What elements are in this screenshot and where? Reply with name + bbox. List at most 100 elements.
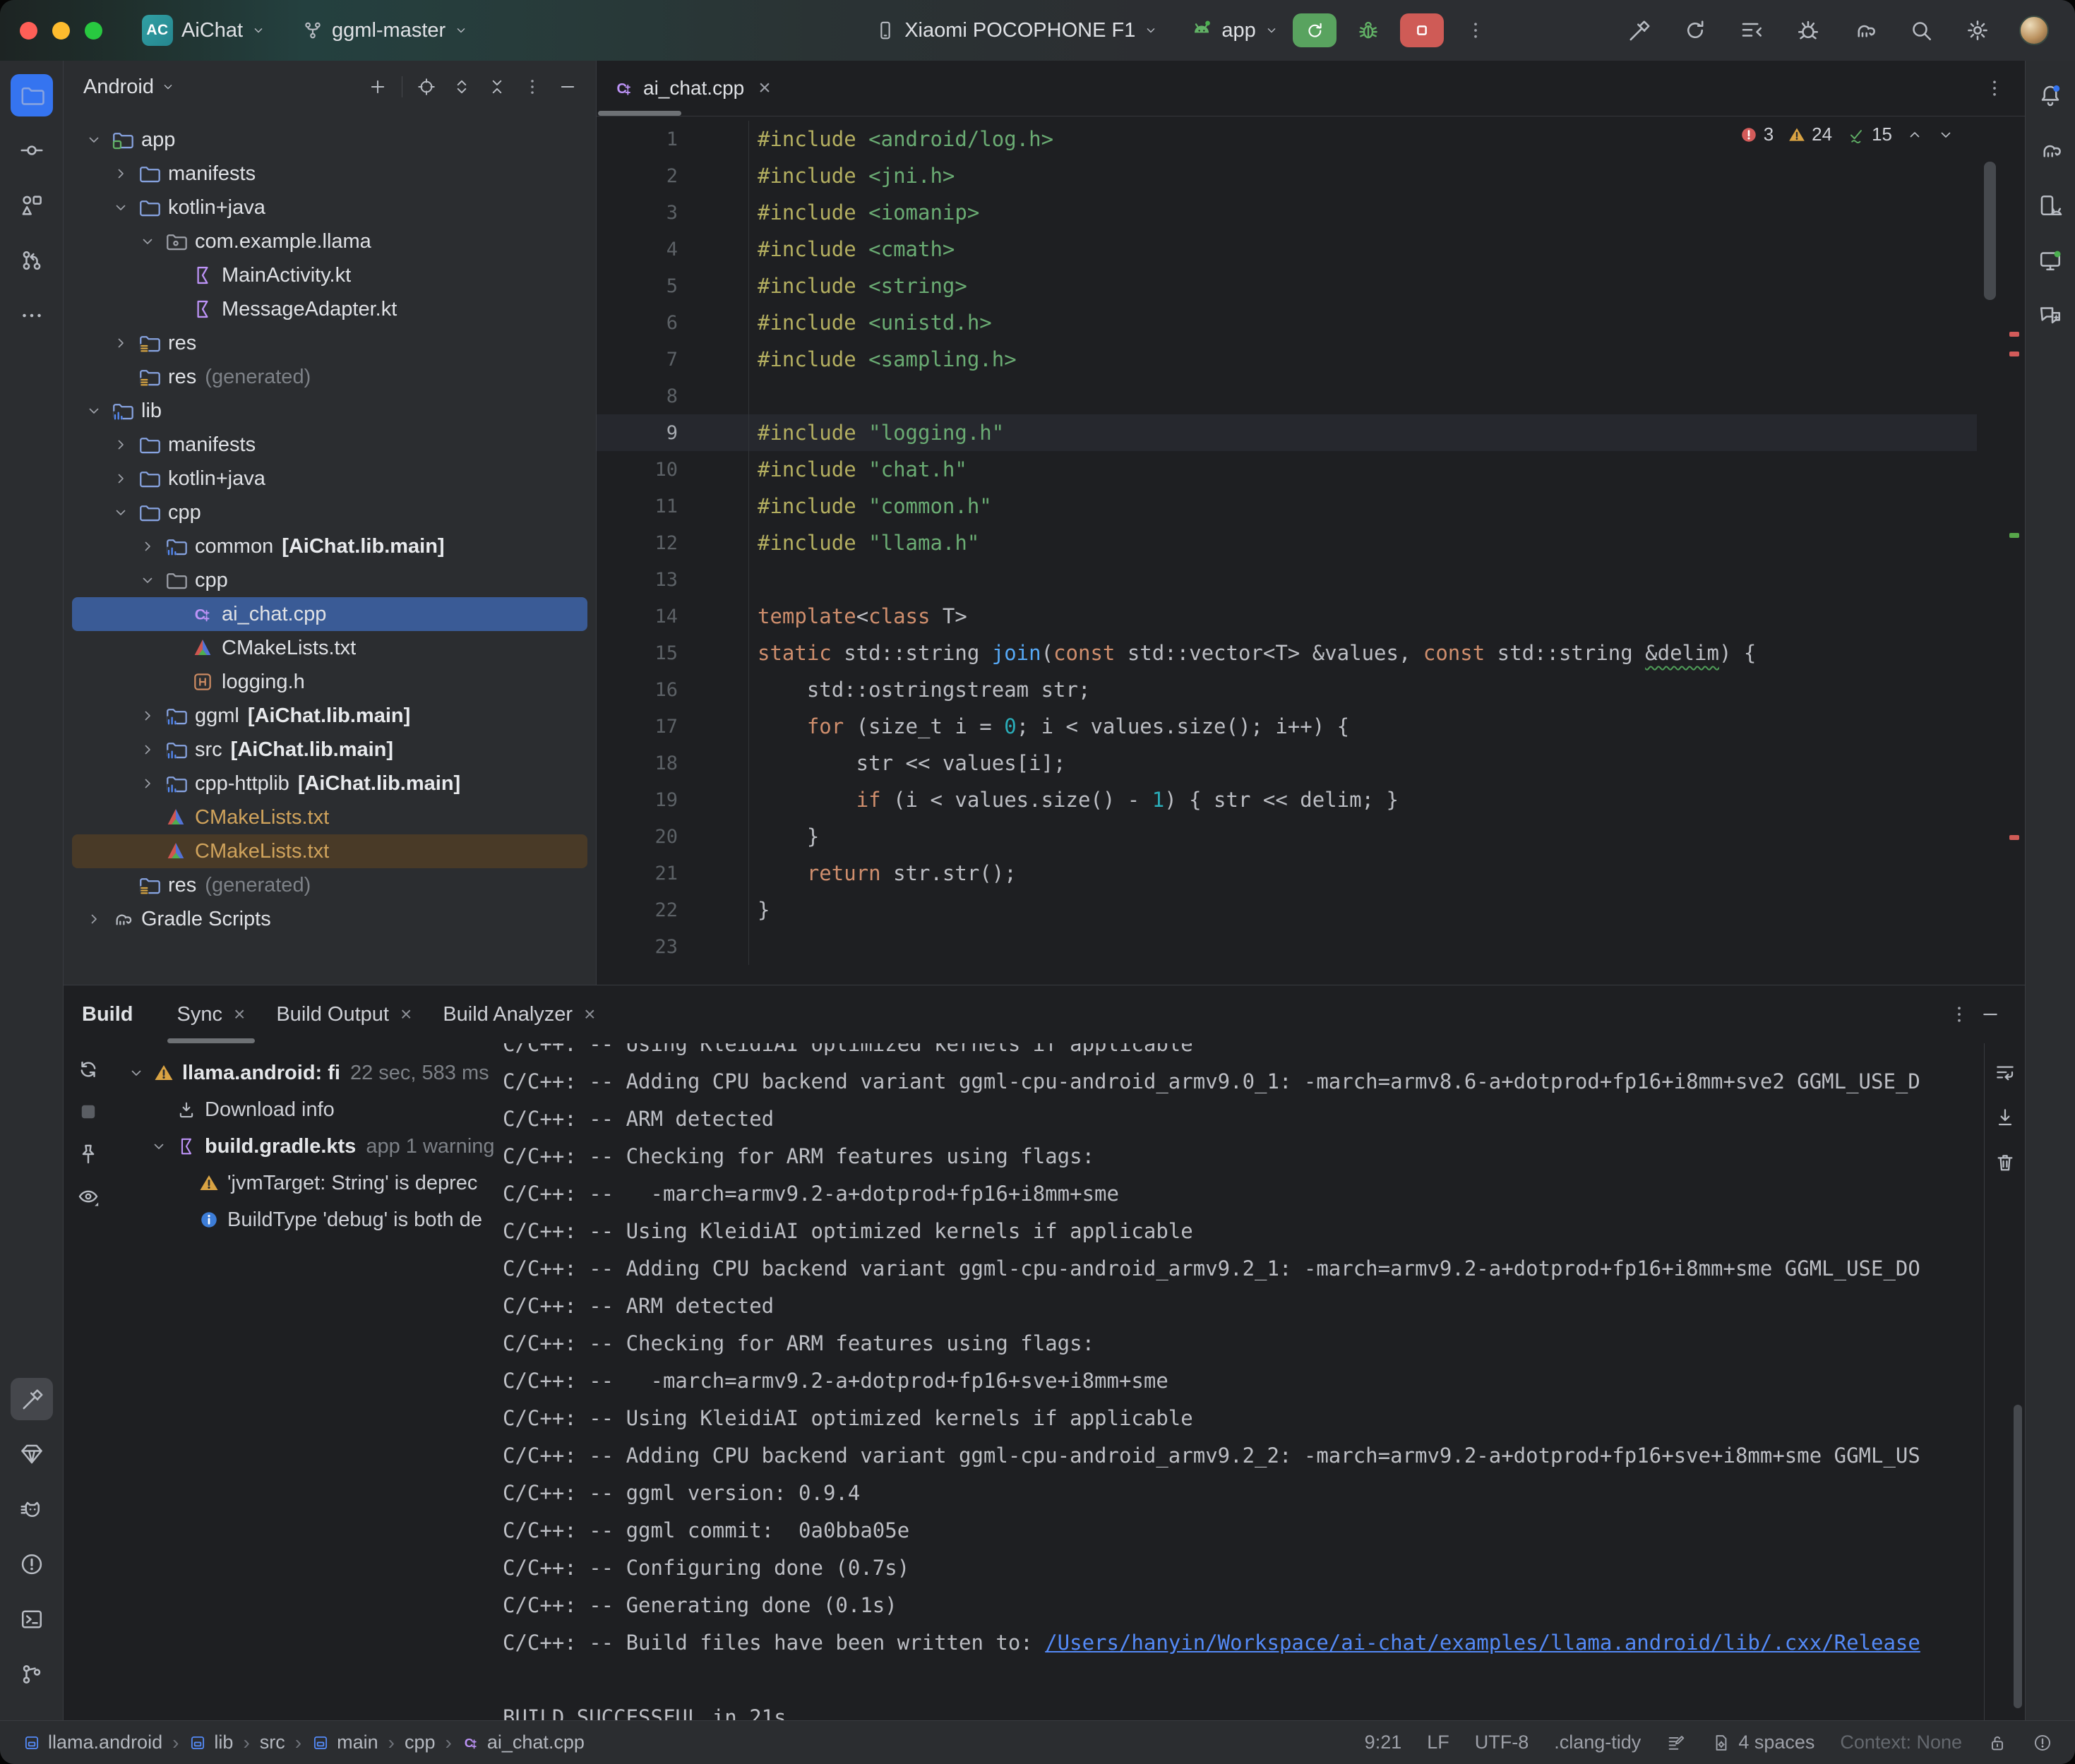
close-tab-icon[interactable]: ×: [758, 76, 771, 100]
caret-position[interactable]: 9:21: [1365, 1732, 1402, 1753]
tree-item-lib[interactable]: lib: [72, 394, 587, 428]
tree-item-com-example-llama[interactable]: com.example.llama: [72, 224, 587, 258]
close-tab-icon[interactable]: ×: [584, 1003, 595, 1026]
version-control-button[interactable]: [11, 1653, 53, 1696]
error-stripe-mark[interactable]: [2009, 352, 2019, 356]
indent-setting[interactable]: 4 spaces: [1711, 1732, 1814, 1753]
code-line-18[interactable]: 18 str << values[i];: [597, 745, 1977, 781]
tree-item-mainactivity-kt[interactable]: MainActivity.kt: [72, 258, 587, 292]
chevron-down-icon[interactable]: [134, 572, 161, 589]
clear-console-button[interactable]: [1989, 1146, 2021, 1179]
chevron-right-icon[interactable]: [80, 911, 107, 928]
code-line-6[interactable]: 6#include <unistd.h>: [597, 304, 1977, 341]
inspections-widget[interactable]: 3 24 15: [1740, 124, 1954, 145]
hide-panel-button[interactable]: [552, 71, 583, 102]
tree-item-cmakelists-txt[interactable]: CMakeLists.txt: [72, 800, 587, 834]
device-selector[interactable]: Xiaomi POCOPHONE F1: [875, 19, 1158, 42]
editor-tab-ai-chat[interactable]: C ai_chat.cpp ×: [597, 61, 788, 116]
code-line-11[interactable]: 11#include "common.h": [597, 488, 1977, 524]
tree-item-cmakelists-txt[interactable]: CMakeLists.txt: [72, 631, 587, 665]
tree-item-common[interactable]: common[AiChat.lib.main]: [72, 529, 587, 563]
gradle-tool-button[interactable]: [2029, 129, 2071, 172]
close-window-button[interactable]: [20, 22, 37, 40]
chevron-down-icon[interactable]: [80, 131, 107, 148]
scroll-to-end-button[interactable]: [1989, 1101, 2021, 1134]
panel-options-button[interactable]: [517, 71, 548, 102]
error-stripe-mark[interactable]: [2009, 533, 2019, 538]
build-options-button[interactable]: [1949, 1004, 1970, 1025]
tree-item-manifests[interactable]: manifests: [72, 157, 587, 191]
terminal-button[interactable]: [11, 1598, 53, 1640]
chevron-right-icon[interactable]: [134, 775, 161, 792]
collapse-all-button[interactable]: [482, 71, 513, 102]
code-line-14[interactable]: 14template<class T>: [597, 598, 1977, 635]
tree-item-cpp-httplib[interactable]: cpp-httplib[AiChat.lib.main]: [72, 767, 587, 800]
editor-body[interactable]: 1#include <android/log.h>2#include <jni.…: [597, 116, 2025, 985]
profiler-button[interactable]: [1787, 9, 1829, 52]
commit-tool-button[interactable]: [11, 129, 53, 172]
project-selector[interactable]: AC AiChat: [142, 15, 265, 46]
tree-item-src[interactable]: src[AiChat.lib.main]: [72, 733, 587, 767]
chevron-down-icon[interactable]: [107, 504, 134, 521]
select-opened-file-button[interactable]: [411, 71, 442, 102]
chevron-right-icon[interactable]: [134, 707, 161, 724]
build-tab-build-analyzer[interactable]: Build Analyzer×: [427, 985, 611, 1043]
build-tab-sync[interactable]: Sync×: [162, 985, 261, 1043]
view-selector[interactable]: Android: [83, 76, 154, 99]
code-line-21[interactable]: 21 return str.str();: [597, 855, 1977, 892]
scrollbar-thumb[interactable]: [1984, 162, 1996, 300]
tree-item-ggml[interactable]: ggml[AiChat.lib.main]: [72, 699, 587, 733]
code-line-8[interactable]: 8: [597, 378, 1977, 414]
build-tool-button[interactable]: [11, 1378, 53, 1420]
debug-button[interactable]: [1351, 13, 1386, 47]
code-line-20[interactable]: 20 }: [597, 818, 1977, 855]
chevron-down-icon[interactable]: [134, 233, 161, 250]
tree-item-logging-h[interactable]: logging.h: [72, 665, 587, 699]
running-devices-button[interactable]: [2029, 239, 2071, 282]
code-line-2[interactable]: 2#include <jni.h>: [597, 157, 1977, 194]
project-tool-button[interactable]: [11, 74, 53, 116]
breadcrumb-lib[interactable]: lib: [189, 1732, 233, 1753]
settings-button[interactable]: [1956, 9, 1999, 52]
code-line-19[interactable]: 19 if (i < values.size() - 1) { str << d…: [597, 781, 1977, 818]
app-insights-button[interactable]: [11, 1433, 53, 1475]
console-scrollbar-thumb[interactable]: [2014, 1405, 2022, 1708]
user-avatar[interactable]: [2013, 9, 2055, 52]
tree-item-app[interactable]: app: [72, 123, 587, 157]
tree-item-cpp[interactable]: cpp: [72, 563, 587, 597]
code-line-17[interactable]: 17 for (size_t i = 0; i < values.size();…: [597, 708, 1977, 745]
expand-all-button[interactable]: [446, 71, 477, 102]
build-tree-item-build-gradle-kts[interactable]: build.gradle.ktsapp 1 warning: [113, 1128, 494, 1165]
previous-problem-button[interactable]: [1906, 126, 1923, 143]
breadcrumb-main[interactable]: main: [311, 1732, 378, 1753]
code-line-23[interactable]: 23: [597, 928, 1977, 965]
build-button[interactable]: [1617, 9, 1660, 52]
tree-item-kotlin-java[interactable]: kotlin+java: [72, 191, 587, 224]
build-tree-item-buildtype-debug-is-both-de[interactable]: BuildType 'debug' is both de: [113, 1201, 494, 1238]
chevron-right-icon[interactable]: [134, 538, 161, 555]
code-line-15[interactable]: 15static std::string join(const std::vec…: [597, 635, 1977, 671]
build-tree-item-jvmtarget-string-is-deprec[interactable]: 'jvmTarget: String' is deprec: [113, 1165, 494, 1201]
gemini-button[interactable]: [2029, 294, 2071, 337]
close-tab-icon[interactable]: ×: [400, 1003, 412, 1026]
tree-item-kotlin-java[interactable]: kotlin+java: [72, 462, 587, 496]
close-tab-icon[interactable]: ×: [234, 1003, 245, 1026]
pull-requests-button[interactable]: [11, 239, 53, 282]
device-manager-button[interactable]: [2029, 184, 2071, 227]
zoom-window-button[interactable]: [85, 22, 102, 40]
inspections-status[interactable]: [2033, 1733, 2052, 1753]
chevron-down-icon[interactable]: [80, 402, 107, 419]
file-path-link[interactable]: /Users/hanyin/Workspace/ai-chat/examples…: [1045, 1631, 1920, 1655]
logcat-button[interactable]: [11, 1488, 53, 1530]
tree-item-res[interactable]: res: [72, 326, 587, 360]
chevron-right-icon[interactable]: [107, 165, 134, 182]
sync-project-button[interactable]: [1674, 9, 1716, 52]
code-line-9[interactable]: 9#include "logging.h": [597, 414, 1977, 451]
code-line-5[interactable]: 5#include <string>: [597, 268, 1977, 304]
stop-button[interactable]: [1400, 13, 1444, 47]
stop-sync-button[interactable]: [72, 1096, 104, 1128]
task-list-button[interactable]: [1730, 9, 1773, 52]
editor-options-button[interactable]: [1984, 78, 2005, 99]
notifications-button[interactable]: [2029, 74, 2071, 116]
filter-button[interactable]: [72, 1180, 104, 1213]
